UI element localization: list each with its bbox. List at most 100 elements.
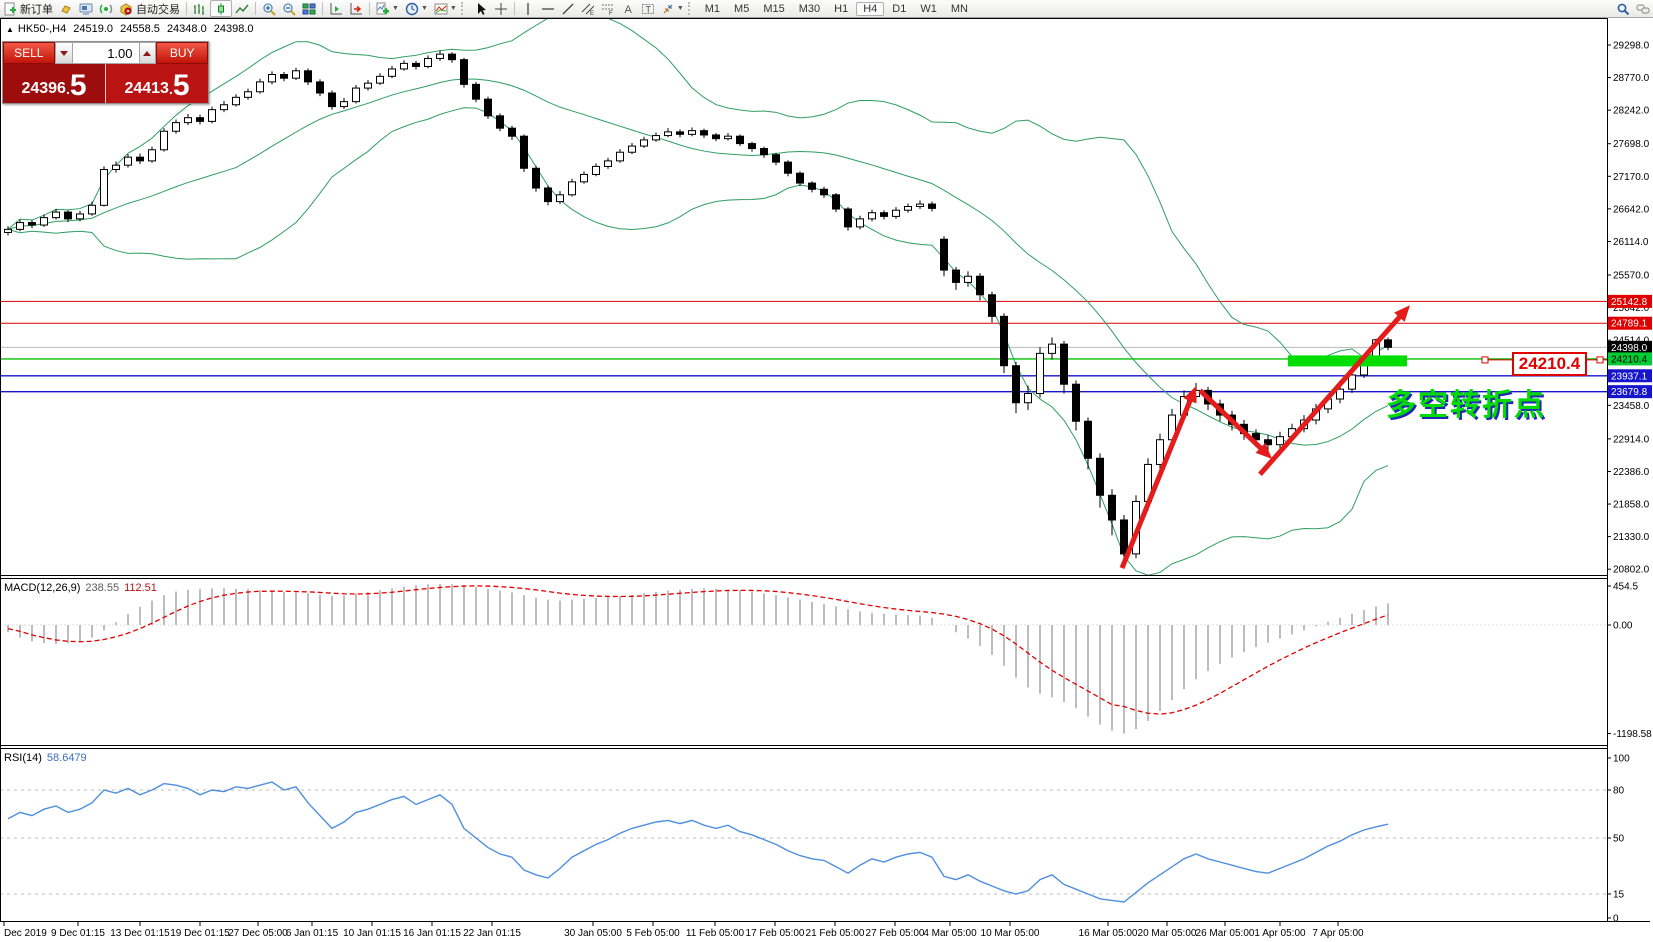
candle-body <box>1384 339 1392 348</box>
crosshair-button[interactable] <box>491 1 511 16</box>
timeframe-mn-button[interactable]: MN <box>945 2 974 16</box>
zoom-out-button[interactable] <box>279 1 299 16</box>
time-axis-label: 21 Feb 05:00 <box>806 928 865 939</box>
candle-body <box>808 182 816 190</box>
rsi-axis-label: 0 <box>1613 914 1619 925</box>
timeframe-h4-button[interactable]: H4 <box>856 1 885 16</box>
symbol-info: ▲ HK50-,H4 24519.0 24558.5 24348.0 24398.… <box>6 23 258 35</box>
candlestick-chart-button[interactable] <box>210 0 232 17</box>
auto-trading-button[interactable]: 自动交易 <box>116 1 183 16</box>
market-watch-button[interactable] <box>56 1 76 16</box>
volume-input[interactable] <box>72 42 139 64</box>
rsi-title: RSI(14) <box>4 752 42 764</box>
sell-button[interactable]: SELL <box>3 42 55 64</box>
volume-decrease-button[interactable] <box>54 42 73 64</box>
candle-body <box>868 212 876 220</box>
time-axis-label: 19 Dec 01:15 <box>170 928 230 939</box>
candle-body <box>316 81 324 94</box>
macd-value: 238.55 <box>85 582 120 594</box>
candle-body <box>856 218 864 228</box>
candle-body <box>352 87 360 103</box>
price-tick-label: 23458.0 <box>1613 401 1650 412</box>
volume-increase-button[interactable] <box>138 42 157 64</box>
search-button[interactable] <box>1613 1 1633 16</box>
candle-body <box>652 135 660 141</box>
timeframe-m5-button[interactable]: M5 <box>728 2 755 16</box>
tile-windows-icon <box>302 3 316 14</box>
candle-body <box>16 222 24 230</box>
macd-axis-label: 0.00 <box>1613 621 1633 632</box>
candle-body <box>244 91 252 98</box>
cursor-button[interactable] <box>471 1 491 16</box>
periods-button[interactable]: ▼ <box>402 1 431 16</box>
time-axis-label: 26 Mar 05:00 <box>1196 928 1255 939</box>
rsi-label: RSI(14) 58.6479 <box>4 752 87 764</box>
candle-body <box>232 96 240 106</box>
buy-button[interactable]: BUY <box>156 42 208 64</box>
candlestick-icon <box>218 2 224 15</box>
auto-scroll-button[interactable] <box>346 1 366 16</box>
text-label-button[interactable]: T <box>638 1 658 16</box>
bar-chart-button[interactable] <box>190 1 210 16</box>
buy-price[interactable]: 24413. 5 <box>106 64 208 103</box>
candle-body <box>1108 494 1116 521</box>
candle-body <box>88 204 96 215</box>
toolbar-grip[interactable] <box>460 2 470 15</box>
candle-body <box>832 194 840 210</box>
new-order-button[interactable]: 新订单 <box>0 1 56 16</box>
templates-button[interactable]: ▼ <box>431 1 460 16</box>
candle-body <box>400 62 408 70</box>
channel-icon: E <box>581 3 595 16</box>
equidistant-channel-button[interactable]: E <box>578 1 598 16</box>
chart-shift-button[interactable] <box>326 1 346 16</box>
data-window-button[interactable] <box>76 1 96 16</box>
trendline-button[interactable] <box>558 1 578 16</box>
timeframe-m15-button[interactable]: M15 <box>757 2 790 16</box>
sell-price[interactable]: 24396. 5 <box>3 64 106 103</box>
chart-area[interactable]: 29298.0 28770.0 28242.0 27698.0 27170.0 26642… <box>0 0 1653 942</box>
zoom-in-button[interactable] <box>259 1 279 16</box>
candle-body <box>940 238 948 271</box>
indicators-button[interactable]: ▼ <box>373 1 402 16</box>
text-icon: A <box>624 4 632 16</box>
time-axis-label: 11 Feb 05:00 <box>686 928 745 939</box>
time-axis-label: 27 Feb 05:00 <box>866 928 925 939</box>
candle-body <box>688 130 696 135</box>
signals-button[interactable] <box>96 1 116 16</box>
template-icon <box>434 3 448 14</box>
timeframe-w1-button[interactable]: W1 <box>914 2 943 16</box>
candle-body <box>1036 352 1044 394</box>
collapse-triangle-icon[interactable]: ▲ <box>6 25 14 34</box>
timeframe-h1-button[interactable]: H1 <box>828 2 854 16</box>
vertical-line-button[interactable] <box>518 1 538 16</box>
time-axis-label: 16 Mar 05:00 <box>1079 928 1138 939</box>
price-level-callout[interactable]: 24210.4 <box>1512 352 1587 376</box>
time-axis-label: 1 Apr 05:00 <box>1254 928 1306 939</box>
candle-body <box>724 135 732 140</box>
trendline-icon <box>562 3 574 14</box>
chart-background <box>0 18 1653 942</box>
horizontal-line-button[interactable] <box>538 1 558 16</box>
line-chart-button[interactable] <box>232 1 252 16</box>
candle-body <box>388 68 396 77</box>
buy-price-frac: 5 <box>172 69 190 102</box>
chat-button[interactable] <box>1633 1 1653 16</box>
timeframe-m30-button[interactable]: M30 <box>793 2 826 16</box>
candle-body <box>40 217 48 226</box>
triangle-down-icon <box>59 50 68 56</box>
timeframe-m1-button[interactable]: M1 <box>699 2 726 16</box>
candle-body <box>148 149 156 162</box>
arrows-button[interactable]: ▼ <box>658 1 687 16</box>
rsi-axis-label: 50 <box>1613 834 1625 845</box>
auto-scroll-icon <box>350 2 362 14</box>
candle-body <box>820 188 828 196</box>
text-button[interactable]: A <box>618 1 638 16</box>
timeframe-d1-button[interactable]: D1 <box>886 2 912 16</box>
candle-body <box>880 212 888 217</box>
fibonacci-button[interactable]: F <box>598 1 618 16</box>
candle-body <box>424 57 432 67</box>
chevron-down-icon: ▼ <box>392 5 399 12</box>
tile-windows-button[interactable] <box>299 1 319 16</box>
price-tick-label: 22386.0 <box>1613 467 1650 478</box>
toolbar-grip[interactable] <box>687 2 697 15</box>
